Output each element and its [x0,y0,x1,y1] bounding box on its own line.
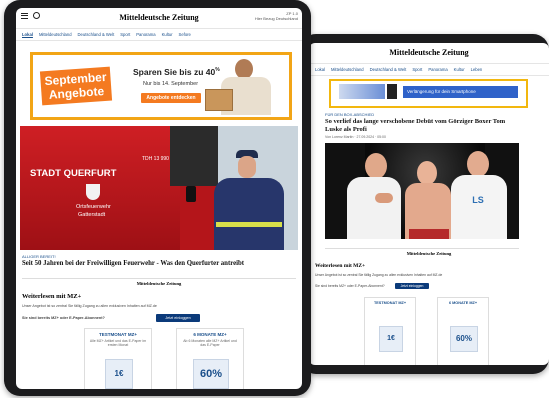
ad-person-head [235,59,253,79]
article-photo[interactable]: STADT QUERFURT Ortsfeuerwehr Gatterstadt… [20,126,298,250]
tablet-left-screen: Mitteldeutsche Zeitung ZP 1.0 Hier Bezug … [16,8,302,389]
promo-question: Sie sind bereits MZ+ oder E-Paper-Abonne… [22,316,105,320]
site-header: Mitteldeutsche Zeitung ZP 1.0 Hier Bezug … [16,8,302,29]
boxer-right-head [467,151,489,177]
divider [22,278,296,279]
truck-text: STADT QUERFURT [30,168,117,179]
brand-mid: Mitteldeutsche Zeitung [136,281,182,286]
ad-headline-text: Sparen Sie bis zu 40 [133,67,216,77]
promo-text: Unser Angebot ist so zentral Sie fällig … [315,273,443,277]
offer-badge: 1€ [105,359,133,389]
nav-item[interactable]: Sport [120,29,130,40]
promo-text: Unser Angebot ist so zentral Sie fällig … [22,304,157,308]
ad-headline-unit: % [215,67,220,74]
boxer-left-arm [375,193,393,203]
ad-logo [387,84,397,99]
nav-item[interactable]: Sport [412,64,422,75]
boxer-right-shirt [451,175,507,239]
reflective-stripe [216,222,282,227]
article-photo[interactable]: LS [325,143,519,239]
ad-package [205,89,233,111]
offer-badge: 60% [193,359,229,389]
login-button[interactable]: Jetzt einloggen [156,314,200,322]
ad-headline: Sparen Sie bis zu 40% [133,67,220,77]
firefighter-face [238,156,256,178]
article-meta: Von Lorenz Martin · 27.09.2024 · 05:00 [325,135,386,139]
article-title[interactable]: So verlief das lange verschobene Debüt v… [325,118,515,133]
promo-question: Sie sind bereits MZ+ oder E-Paper-Abonne… [315,284,385,288]
divider [325,248,519,249]
nav-item[interactable]: Deutschland & Welt [78,29,115,40]
offer-badge: 1€ [379,326,403,352]
offer-desc: Ab 6 Monaten alle MZ+ Artikel und das E-… [183,339,237,347]
offer-title: TESTMONAT MZ+ [98,332,138,337]
nav-item[interactable]: Deutschland & Welt [370,64,407,75]
header-meta-2: Hier Bezug Deutschland [254,16,298,21]
truck-window [170,126,218,186]
offer-title: 6 MONATE MZ+ [448,301,478,305]
ad-product-image [339,84,385,99]
truck-plate: TDH 13 990 [142,156,169,162]
shirt-print: LS [472,195,484,205]
login-button[interactable]: Jetzt einloggen [395,283,429,289]
boxer-left-shirt [347,177,401,239]
tablet-right-screen: Mitteldeutsche Zeitung Lokal Mitteldeutsc… [309,43,549,365]
ad-banner[interactable]: Verlängerung für dein Smartphone [329,79,528,108]
tablet-left: Mitteldeutsche Zeitung ZP 1.0 Hier Bezug … [4,0,311,396]
truck-side [20,126,180,250]
boxer-left-head [365,153,387,179]
nav-item[interactable]: Mitteldeutschland [39,29,72,40]
ad-banner[interactable]: September Angebote Sparen Sie bis zu 40%… [30,52,292,120]
nav-item[interactable]: Kultur [162,29,173,40]
ad-cta-button[interactable]: Angebote entdecken [141,93,201,103]
nav-item[interactable]: Panorama [428,64,447,75]
offer-desc: Alle MZ+ Artikel und das E-Paper im erst… [89,339,147,347]
promo-title: Weiterlesen mit MZ+ [22,293,82,300]
offer-title: 6 MONATE MZ+ [193,332,227,337]
offer-card-trial[interactable]: TESTMONAT MZ+ 1€ [364,297,416,365]
ad-text: Verlängerung für dein Smartphone [403,86,518,98]
offer-card-6months[interactable]: 6 MONATE MZ+ 60% [437,297,489,365]
main-nav: Lokal Mitteldeutschland Deutschland & Welt… [309,64,549,76]
offer-card-6months[interactable]: 6 MONATE MZ+ Ab 6 Monaten alle MZ+ Artik… [176,328,244,389]
article-title[interactable]: Seit 50 Jahren bei der Freiwilligen Feue… [22,260,298,267]
nav-item[interactable]: Lokal [315,64,325,75]
nav-item[interactable]: Kultur [454,64,465,75]
truck-subtext-1: Ortsfeuerwehr [76,204,111,210]
article-kicker: FÜR DEN BOX-ABSCHIED [325,112,375,117]
truck-emblem [86,184,100,200]
brand-mid: Mitteldeutsche Zeitung [406,251,452,256]
nav-item[interactable]: Sefore [179,29,191,40]
ad-subline: Nur bis 14. September [143,81,199,87]
article-kicker: ALLIGER BEREIT! [22,254,56,259]
phone-in-hand [186,186,196,202]
firefighter-jacket [214,178,284,250]
tablet-right: Mitteldeutsche Zeitung Lokal Mitteldeutsc… [300,34,549,374]
nav-item[interactable]: Leben [471,64,483,75]
site-header: Mitteldeutsche Zeitung [309,43,549,64]
nav-item[interactable]: Panorama [136,29,155,40]
main-nav: Lokal Mitteldeutschland Deutschland & Welt… [16,29,302,41]
truck-subtext-2: Gatterstadt [78,212,106,218]
boxer-middle-shorts [409,229,449,239]
offer-card-trial[interactable]: TESTMONAT MZ+ Alle MZ+ Artikel und das E… [84,328,152,389]
nav-item[interactable]: Mitteldeutschland [331,64,364,75]
offer-title: TESTMONAT MZ+ [373,301,407,305]
promo-title: Weiterlesen mit MZ+ [315,263,366,269]
offer-badge: 60% [450,326,478,352]
header-meta: ZP 1.0 Hier Bezug Deutschland [255,11,298,21]
nav-item-active[interactable]: Lokal [22,29,33,40]
ad-title-box: September Angebote [39,66,113,106]
brand-logo[interactable]: Mitteldeutsche Zeitung [309,48,549,57]
boxer-middle-head [417,161,437,185]
